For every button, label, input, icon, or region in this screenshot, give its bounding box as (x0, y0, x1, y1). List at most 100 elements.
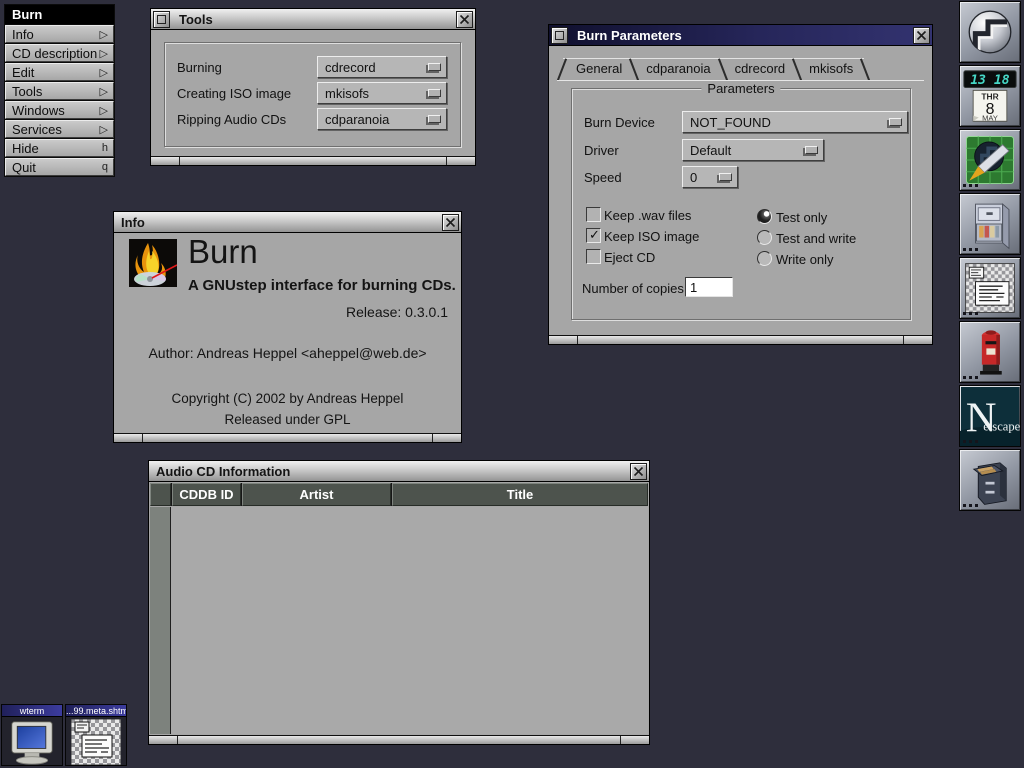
dock-tile-mail[interactable] (959, 321, 1021, 383)
vertical-scrollbar[interactable] (150, 507, 171, 734)
tab-general[interactable]: General (563, 58, 633, 80)
menu-item-quit[interactable]: Quit q (5, 158, 114, 176)
speed-popup[interactable]: 0 (682, 166, 738, 188)
resize-notch (142, 434, 143, 442)
editor-app-icon (962, 260, 1018, 316)
tab-cdrecord[interactable]: cdrecord (722, 58, 797, 80)
dock-tile-paint-app[interactable] (959, 129, 1021, 191)
audio-cd-content: CDDB ID Artist Title (149, 482, 649, 735)
resize-notch (432, 434, 433, 442)
menu-title[interactable]: Burn (5, 5, 114, 24)
audio-cd-window: Audio CD Information CDDB ID Artist Titl… (148, 460, 650, 745)
burning-popup[interactable]: cdrecord (317, 56, 447, 78)
paint-app-icon (962, 132, 1018, 188)
file-cabinet-icon (962, 196, 1018, 252)
submenu-arrow-icon: ▷ (100, 47, 108, 60)
close-icon (445, 217, 456, 228)
netscape-icon: N etscape (960, 386, 1020, 446)
copies-field[interactable] (685, 277, 733, 297)
ripping-popup[interactable]: cdparanoia (317, 108, 447, 130)
column-header-title[interactable]: Title (392, 483, 648, 506)
miniaturize-button[interactable] (153, 11, 170, 28)
tools-window: Tools Burning cdrecord Creating ISO imag… (150, 8, 476, 166)
submenu-arrow-icon: ▷ (100, 123, 108, 136)
close-button[interactable] (630, 463, 647, 480)
test-only-radio[interactable] (757, 209, 772, 224)
submenu-arrow-icon: ▷ (100, 28, 108, 41)
menu-item-label: CD description (12, 46, 100, 61)
menu-item-info[interactable]: Info ▷ (5, 25, 114, 43)
keep-iso-checkbox[interactable] (586, 228, 601, 243)
dock-tile-clock[interactable]: 13 18 THR 8 MAY (959, 65, 1021, 127)
resize-bar[interactable] (549, 335, 932, 344)
license-text: Released under GPL (114, 412, 461, 427)
test-only-label: Test only (776, 210, 827, 225)
miniaturize-button[interactable] (551, 27, 568, 44)
close-button[interactable] (442, 214, 459, 231)
popup-indicator-icon (805, 146, 818, 154)
dock-tile-netscape[interactable]: N etscape (959, 385, 1021, 447)
burning-label: Burning (177, 60, 222, 75)
submenu-arrow-icon: ▷ (100, 104, 108, 117)
info-titlebar[interactable]: Info (114, 212, 461, 233)
column-header-cddb-id[interactable]: CDDB ID (172, 483, 241, 506)
test-and-write-radio[interactable] (757, 230, 772, 245)
miniwindow-wterm[interactable]: wterm (1, 704, 63, 766)
window-title: Info (114, 215, 440, 230)
popup-value: cdparanoia (325, 112, 389, 127)
driver-popup[interactable]: Default (682, 139, 824, 161)
resize-bar[interactable] (149, 735, 649, 744)
gnustep-logo-icon (962, 4, 1018, 60)
write-only-radio[interactable] (757, 251, 772, 266)
keep-wav-checkbox[interactable] (586, 207, 601, 222)
burn-device-popup[interactable]: NOT_FOUND (682, 111, 908, 133)
dock-tile-archive-cabinet[interactable] (959, 449, 1021, 511)
popup-value: NOT_FOUND (690, 115, 771, 130)
dock-tile-file-cabinet[interactable] (959, 193, 1021, 255)
menu-item-label: Hide (12, 141, 102, 156)
popup-value: 0 (690, 170, 697, 185)
tools-titlebar[interactable]: Tools (151, 9, 475, 30)
menu-item-services[interactable]: Services ▷ (5, 120, 114, 138)
tab-cdparanoia[interactable]: cdparanoia (633, 58, 721, 80)
close-button[interactable] (913, 27, 930, 44)
popup-indicator-icon (889, 118, 902, 126)
menu-item-tools[interactable]: Tools ▷ (5, 82, 114, 100)
miniwindow-shtml-doc[interactable]: ...99.meta.shtml (65, 704, 127, 766)
menu-item-label: Services (12, 122, 100, 137)
app-menu: Burn Info ▷ CD description ▷ Edit ▷ Tool… (4, 4, 115, 177)
tab-label: cdparanoia (646, 61, 710, 76)
iso-popup[interactable]: mkisofs (317, 82, 447, 104)
tools-box: Burning cdrecord Creating ISO image mkis… (164, 42, 461, 147)
corner-header-cell (150, 483, 171, 506)
tools-content: Burning cdrecord Creating ISO image mkis… (151, 30, 475, 156)
dock-tile-gnustep[interactable] (959, 1, 1021, 63)
column-header-artist[interactable]: Artist (242, 483, 391, 506)
menu-item-windows[interactable]: Windows ▷ (5, 101, 114, 119)
audio-cd-titlebar[interactable]: Audio CD Information (149, 461, 649, 482)
menu-item-edit[interactable]: Edit ▷ (5, 63, 114, 81)
app-subtitle: A GNUstep interface for burning CDs. (188, 277, 456, 294)
resize-bar[interactable] (114, 433, 461, 442)
miniaturize-icon (157, 15, 166, 24)
menu-item-hide[interactable]: Hide h (5, 139, 114, 157)
burn-device-label: Burn Device (584, 115, 655, 130)
eject-cd-checkbox[interactable] (586, 249, 601, 264)
tab-mkisofs[interactable]: mkisofs (796, 58, 864, 80)
miniaturize-icon (555, 31, 564, 40)
close-button[interactable] (456, 11, 473, 28)
resize-notch (179, 157, 180, 165)
popup-indicator-icon (428, 89, 441, 97)
write-only-label: Write only (776, 252, 834, 267)
dock-tile-editor[interactable] (959, 257, 1021, 319)
desktop: Burn Info ▷ CD description ▷ Edit ▷ Tool… (0, 0, 1024, 768)
close-icon (916, 30, 927, 41)
menu-item-cd-description[interactable]: CD description ▷ (5, 44, 114, 62)
clock-calendar-icon: 13 18 THR 8 MAY (961, 67, 1019, 125)
table-header: CDDB ID Artist Title (150, 483, 648, 506)
author-text: Author: Andreas Heppel <aheppel@web.de> (114, 345, 461, 361)
resize-notch (446, 157, 447, 165)
burn-parameters-titlebar[interactable]: Burn Parameters (549, 25, 932, 46)
resize-bar[interactable] (151, 156, 475, 165)
running-indicator (963, 504, 978, 507)
